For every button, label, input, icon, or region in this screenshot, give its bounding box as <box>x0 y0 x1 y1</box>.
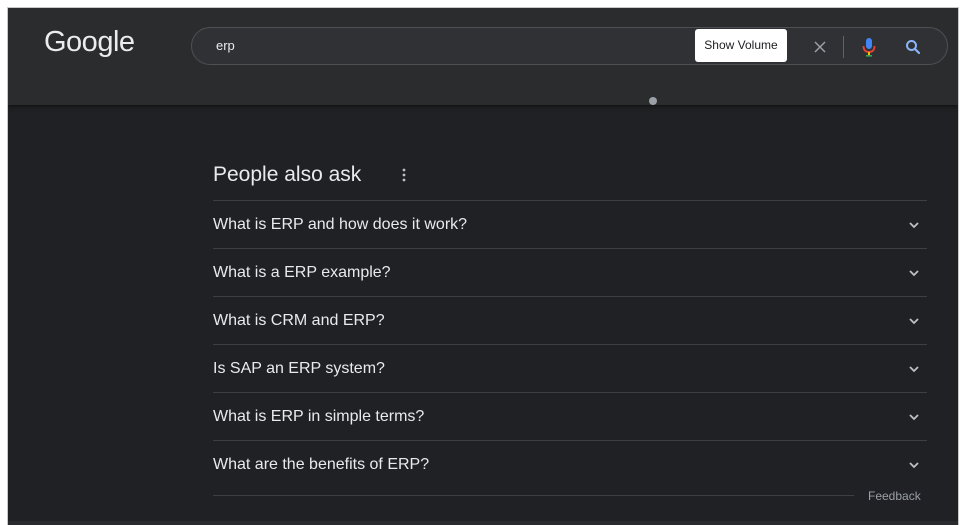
search-header: Google erp Show Volume <box>8 8 958 105</box>
chevron-down-icon <box>909 318 919 325</box>
chevron-down-icon <box>909 414 919 421</box>
question-item[interactable]: Is SAP an ERP system? <box>213 344 927 392</box>
clear-search-button[interactable] <box>809 36 831 58</box>
question-item[interactable]: What is a ERP example? <box>213 248 927 296</box>
question-item[interactable]: What is CRM and ERP? <box>213 296 927 344</box>
feedback-link[interactable]: Feedback <box>868 489 921 503</box>
question-text: What is CRM and ERP? <box>213 311 385 329</box>
browser-viewport: Google erp Show Volume People also ask W… <box>8 8 958 525</box>
search-bar-divider <box>843 36 844 58</box>
search-submit-button[interactable] <box>901 35 925 59</box>
chevron-down-icon <box>909 366 919 373</box>
question-item[interactable]: What is ERP and how does it work? <box>213 200 927 248</box>
show-volume-tooltip: Show Volume <box>695 29 787 62</box>
more-options-button[interactable] <box>399 168 409 185</box>
next-section-edge <box>8 521 958 525</box>
question-list: What is ERP and how does it work? What i… <box>213 200 927 488</box>
partially-hidden-row <box>648 96 938 106</box>
section-divider <box>213 495 854 496</box>
chevron-down-icon <box>909 462 919 469</box>
mic-icon <box>862 38 876 57</box>
voice-search-button[interactable] <box>857 35 881 59</box>
chevron-down-icon <box>909 222 919 229</box>
search-icon <box>906 40 921 55</box>
search-bar[interactable]: erp Show Volume <box>191 27 948 65</box>
question-item[interactable]: What is ERP in simple terms? <box>213 392 927 440</box>
google-logo[interactable]: Google <box>44 26 135 59</box>
about-icon <box>649 97 657 105</box>
question-text: What is a ERP example? <box>213 263 391 281</box>
question-text: Is SAP an ERP system? <box>213 359 385 377</box>
people-also-ask-title: People also ask <box>213 163 362 186</box>
question-text: What are the benefits of ERP? <box>213 455 430 473</box>
question-item[interactable]: What are the benefits of ERP? <box>213 440 927 488</box>
question-text: What is ERP in simple terms? <box>213 407 425 425</box>
question-text: What is ERP and how does it work? <box>213 215 468 233</box>
close-icon <box>814 41 826 53</box>
chevron-down-icon <box>909 270 919 277</box>
more-vert-icon <box>402 168 406 182</box>
search-input[interactable]: erp <box>216 38 235 53</box>
